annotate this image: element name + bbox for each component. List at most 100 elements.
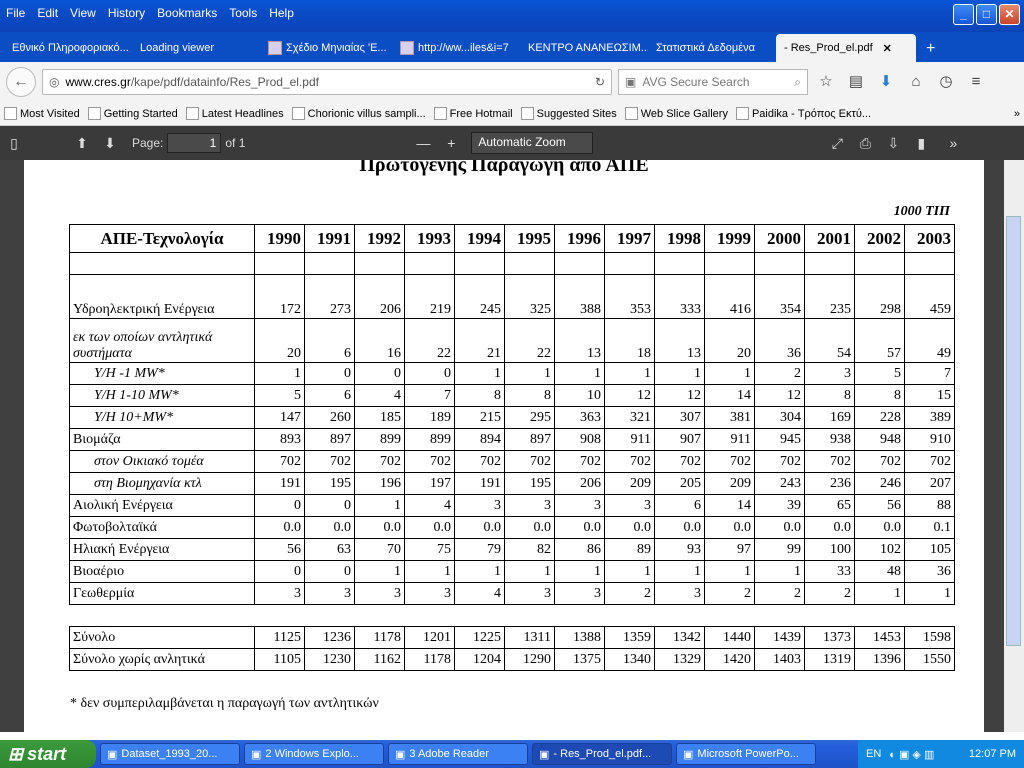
menu-bookmarks[interactable]: Bookmarks	[151, 4, 223, 24]
scrollbar-thumb[interactable]	[1006, 216, 1021, 646]
bookmark-item[interactable]: Suggested Sites	[520, 107, 617, 120]
table-cell: 195	[504, 472, 555, 495]
new-tab-button[interactable]: +	[916, 36, 945, 62]
bookmark-item[interactable]: Free Hotmail	[433, 107, 513, 120]
app-icon: ▣	[395, 748, 406, 761]
bookmark-item[interactable]: Chorionic villus sampli...	[291, 107, 426, 120]
table-cell: 209	[704, 472, 755, 495]
tab-1[interactable]: Loading viewer	[132, 34, 260, 62]
table-cell: 894	[454, 428, 505, 451]
close-tab-icon[interactable]: ✕	[883, 42, 892, 55]
zoom-in-icon[interactable]: +	[437, 135, 465, 151]
tab-4[interactable]: ΚΕΝΤΡΟ ΑΝΑΝΕΩΣΙΜ...	[520, 34, 648, 62]
print-icon[interactable]: ⎙	[851, 135, 879, 152]
menu-edit[interactable]: Edit	[31, 4, 64, 24]
taskbar-item[interactable]: ▣ - Res_Prod_el.pdf...	[532, 743, 672, 765]
menu-icon[interactable]: ≡	[964, 70, 988, 94]
table-cell: 10	[554, 384, 605, 407]
bookmark-item[interactable]: Latest Headlines	[185, 107, 284, 120]
table-cell: 899	[404, 428, 455, 451]
table-cell: 1	[354, 560, 405, 583]
table-cell: 897	[504, 428, 555, 451]
previous-page-icon[interactable]: ⬆	[68, 135, 96, 152]
taskbar-item[interactable]: ▣ Microsoft PowerPo...	[676, 743, 816, 765]
home-icon[interactable]: ⌂	[904, 70, 928, 94]
url-host: www.cres.gr	[65, 75, 131, 89]
zoom-select[interactable]: Automatic Zoom	[471, 132, 594, 154]
taskbar-item[interactable]: ▣ 2 Windows Explo...	[244, 743, 384, 765]
table-cell: 49	[904, 318, 955, 363]
tools-icon[interactable]: »	[939, 135, 967, 151]
url-bar[interactable]: ◎ www.cres.gr/kape/pdf/datainfo/Res_Prod…	[42, 69, 612, 95]
table-cell: 1	[704, 560, 755, 583]
table-cell: 910	[904, 428, 955, 451]
search-bar[interactable]: ▣ AVG Secure Search ⌕	[618, 69, 808, 95]
zoom-out-icon[interactable]: —	[409, 135, 437, 151]
row-label: Γεωθερμία	[69, 582, 255, 605]
save-icon[interactable]: ⇩	[879, 135, 907, 152]
reading-list-icon[interactable]: ▤	[844, 70, 868, 94]
tab-label: Εθνικό Πληροφοριακό...	[12, 42, 129, 54]
language-indicator[interactable]: EN	[866, 748, 881, 760]
bookmark-icon	[735, 107, 749, 120]
menu-tools[interactable]: Tools	[223, 4, 263, 24]
page-number-input[interactable]: 1	[167, 133, 222, 153]
tab-0[interactable]: Εθνικό Πληροφοριακό...	[4, 34, 132, 62]
sidebar-toggle-icon[interactable]: ▯	[0, 135, 28, 152]
column-header: 1996	[554, 224, 605, 253]
menu-help[interactable]: Help	[263, 4, 300, 24]
history-icon[interactable]: ◷	[934, 70, 958, 94]
fullscreen-icon[interactable]: ⤢	[823, 135, 851, 152]
table-cell: 459	[904, 274, 955, 319]
bookmark-item[interactable]: Getting Started	[87, 107, 178, 120]
table-cell: 56	[254, 538, 305, 561]
taskbar-item[interactable]: ▣ 3 Adobe Reader	[388, 743, 528, 765]
download-icon[interactable]: ⬇	[874, 70, 898, 94]
next-page-icon[interactable]: ⬇	[96, 135, 124, 152]
menu-file[interactable]: File	[0, 4, 31, 24]
tab-2[interactable]: Σχέδιο Μηνιαίας 'Ε...	[260, 34, 392, 62]
menu-history[interactable]: History	[102, 4, 151, 24]
reload-icon[interactable]: ↻	[595, 75, 605, 89]
bookmark-icon	[185, 107, 199, 120]
window-controls: _ □ ✕	[953, 4, 1020, 25]
table-cell: 169	[804, 406, 855, 429]
bookmark-item[interactable]: Web Slice Gallery	[624, 107, 728, 120]
table-cell: 36	[754, 318, 805, 363]
table-row	[69, 252, 955, 275]
vertical-scrollbar[interactable]	[1004, 160, 1024, 732]
table-cell: 185	[354, 406, 405, 429]
bookmark-item[interactable]: Most Visited	[4, 107, 80, 120]
table-cell: 1230	[304, 648, 355, 671]
start-button[interactable]: ⊞ start	[0, 740, 96, 768]
bookmark-icon[interactable]: ▮	[907, 135, 935, 152]
menu-view[interactable]: View	[64, 4, 102, 24]
minimize-button[interactable]: _	[953, 4, 974, 25]
bookmarks-overflow-icon[interactable]: »	[1014, 108, 1020, 120]
table-cell: 1311	[504, 626, 555, 649]
menu-bar: File Edit View History Bookmarks Tools Help	[0, 4, 300, 24]
table-row: Βιομάζα 893 897 899 899 894 897 908 911 907 911 945…	[69, 428, 955, 451]
tab-6[interactable]: - Res_Prod_el.pdf ✕	[776, 34, 916, 62]
tab-5[interactable]: Στατιστικά Δεδομένα	[648, 34, 776, 62]
maximize-button[interactable]: □	[976, 4, 997, 25]
table-cell	[455, 605, 505, 627]
table-cell	[305, 605, 355, 627]
table-cell: 389	[904, 406, 955, 429]
table-cell: 702	[304, 450, 355, 473]
table-cell: 1439	[754, 626, 805, 649]
tab-3[interactable]: http://ww...iles&i=7	[392, 34, 520, 62]
close-window-button[interactable]: ✕	[999, 4, 1020, 25]
table-cell: 1550	[904, 648, 955, 671]
bookmark-star-icon[interactable]: ☆	[814, 70, 838, 94]
taskbar-item[interactable]: ▣ Dataset_1993_20...	[100, 743, 240, 765]
table-cell: 56	[854, 494, 905, 517]
search-icon[interactable]: ⌕	[794, 75, 801, 90]
app-icon: ▣	[107, 748, 118, 761]
table-cell: 295	[504, 406, 555, 429]
table-cell: 0	[304, 362, 355, 385]
bookmark-item[interactable]: Paidika - Τρόπος Εκτύ...	[735, 107, 871, 120]
table-row: Υ/Η 10+MW* 147 260 185 189 215 295 363 321 307 381…	[69, 406, 955, 429]
row-label: Ηλιακή Ενέργεια	[69, 538, 255, 561]
back-button[interactable]: ←	[6, 67, 36, 97]
